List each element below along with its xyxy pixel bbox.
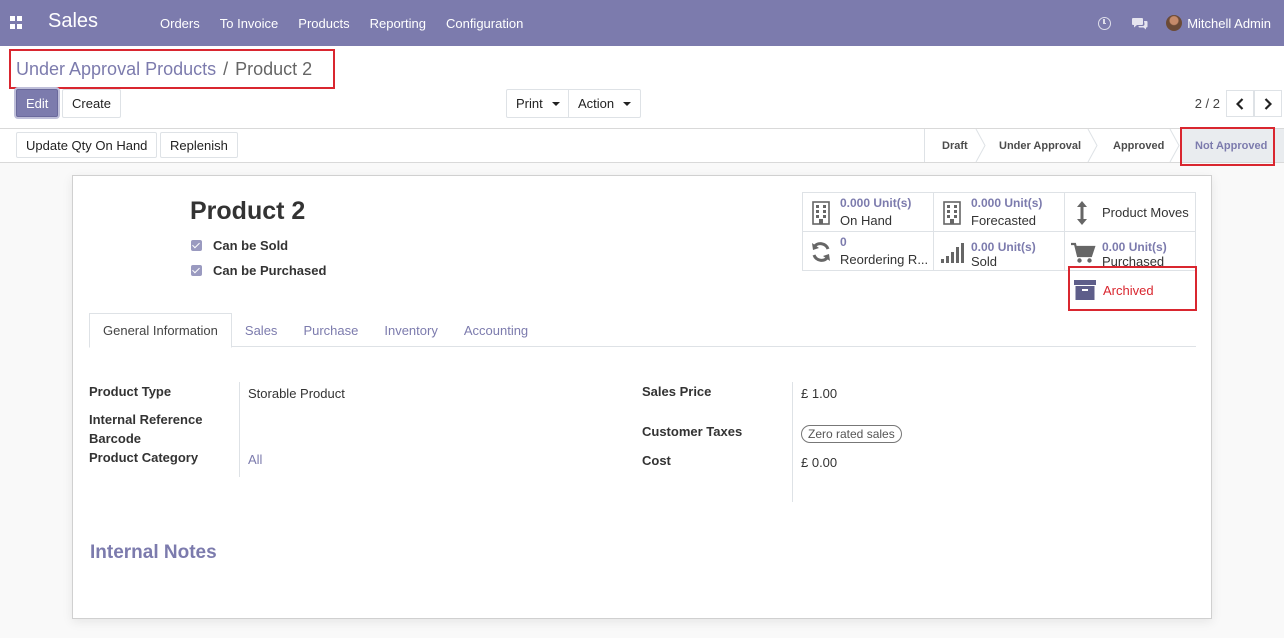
user-avatar[interactable] — [1166, 15, 1183, 31]
chevron-left-icon — [1236, 97, 1244, 110]
action-dropdown[interactable]: Action — [568, 89, 642, 118]
right-group-divider — [792, 382, 793, 502]
customer-tax-tag[interactable]: Zero rated sales — [801, 425, 902, 443]
on-hand-label: On Hand — [840, 213, 893, 228]
product-category-label: Product Category — [89, 450, 199, 465]
sold-unit: Unit(s) — [997, 240, 1036, 254]
product-type-label: Product Type — [89, 384, 172, 399]
form-sheet: Product 2 Can be Sold Can be Purchased 0… — [72, 175, 1212, 619]
reordering-value: 0 — [840, 235, 847, 249]
cost-field[interactable]: £ 0.00 — [801, 455, 837, 470]
purchased-value: 0.00 Unit(s) — [1102, 240, 1167, 254]
cost-label: Cost — [642, 453, 671, 468]
main-menu: Orders To Invoice Products Reporting Con… — [150, 0, 533, 46]
purchased-button[interactable]: 0.00 Unit(s) Purchased — [1064, 231, 1196, 271]
product-moves-button[interactable]: Product Moves — [1064, 192, 1196, 232]
create-button[interactable]: Create — [62, 89, 122, 118]
activity-clock-icon[interactable] — [1098, 16, 1112, 30]
app-name[interactable]: Sales — [48, 10, 98, 33]
pager-next-button[interactable] — [1254, 90, 1282, 117]
print-dropdown[interactable]: Print — [506, 89, 570, 118]
form-statusbar: Update Qty On Hand Replenish Draft Under… — [0, 127, 1284, 166]
edit-button[interactable]: Edit — [16, 89, 59, 117]
building-icon — [812, 201, 830, 225]
on-hand-value: 0.000 Unit(s) — [840, 196, 911, 210]
menu-reporting[interactable]: Reporting — [360, 16, 436, 31]
on-hand-unit: Unit(s) — [873, 196, 912, 210]
stage-under-approval[interactable]: Under Approval — [999, 129, 1081, 162]
chevron-right-icon — [1264, 97, 1272, 110]
action-label: Action — [578, 96, 615, 111]
left-group-divider — [239, 382, 240, 477]
product-moves-label: Product Moves — [1102, 205, 1189, 220]
customer-taxes-label: Customer Taxes — [642, 424, 743, 439]
sold-button[interactable]: 0.00 Unit(s) Sold — [933, 231, 1065, 271]
sold-value: 0.00 Unit(s) — [971, 240, 1036, 254]
sales-price-field[interactable]: £ 1.00 — [801, 386, 837, 401]
stage-draft[interactable]: Draft — [942, 129, 968, 162]
menu-configuration[interactable]: Configuration — [436, 16, 533, 31]
navbar-systray: Mitchell Admin — [1098, 0, 1284, 46]
purchased-unit: Unit(s) — [1128, 240, 1167, 254]
tab-general-information[interactable]: General Information — [89, 313, 232, 348]
sold-qty: 0.00 — [971, 240, 995, 254]
forecasted-qty: 0.000 — [971, 196, 1002, 210]
can-be-purchased-checkbox[interactable] — [191, 265, 202, 276]
refresh-icon — [812, 242, 830, 262]
purchased-qty: 0.00 — [1102, 240, 1126, 254]
top-navbar: Sales Orders To Invoice Products Reporti… — [0, 0, 1284, 46]
stage-highlight-box — [1180, 127, 1275, 166]
notebook-tabs: General Information Sales Purchase Inven… — [89, 313, 1196, 348]
sold-label: Sold — [971, 254, 998, 269]
reordering-rules-button[interactable]: 0 Reordering R... — [802, 231, 934, 271]
product-category-field[interactable]: All — [248, 452, 262, 467]
print-caret-icon — [551, 101, 560, 106]
breadcrumb-highlight-box — [9, 49, 335, 89]
product-name: Product 2 — [190, 197, 306, 225]
menu-products[interactable]: Products — [288, 16, 359, 31]
tab-inventory[interactable]: Inventory — [371, 313, 450, 347]
tab-purchase[interactable]: Purchase — [290, 313, 371, 347]
update-qty-on-hand-button[interactable]: Update Qty On Hand — [16, 132, 158, 158]
forecasted-button[interactable]: 0.000 Unit(s) Forecasted — [933, 192, 1065, 232]
pager-value[interactable]: 2 / 2 — [1195, 96, 1220, 111]
building-icon — [943, 201, 961, 225]
tab-accounting[interactable]: Accounting — [451, 313, 541, 347]
sales-price-label: Sales Price — [642, 384, 712, 399]
menu-to-invoice[interactable]: To Invoice — [210, 16, 289, 31]
forecasted-value: 0.000 Unit(s) — [971, 196, 1042, 210]
stage-approved[interactable]: Approved — [1113, 129, 1164, 162]
tab-sales[interactable]: Sales — [232, 313, 291, 347]
can-be-purchased-label: Can be Purchased — [213, 263, 327, 278]
barcode-label: Barcode — [89, 431, 142, 446]
user-menu-name[interactable]: Mitchell Admin — [1187, 16, 1271, 31]
forecasted-unit: Unit(s) — [1004, 196, 1043, 210]
product-type-field[interactable]: Storable Product — [248, 386, 345, 401]
apps-menu-icon[interactable] — [10, 16, 23, 29]
archived-highlight-box — [1068, 266, 1197, 311]
menu-orders[interactable]: Orders — [150, 16, 210, 31]
forecasted-label: Forecasted — [971, 213, 1037, 228]
replenish-button[interactable]: Replenish — [160, 132, 238, 158]
can-be-sold-label: Can be Sold — [213, 238, 289, 253]
action-caret-icon — [623, 101, 632, 106]
control-panel: Under Approval Products / Product 2 Edit… — [0, 46, 1284, 129]
discuss-chat-icon[interactable] — [1132, 17, 1148, 30]
signal-bars-icon — [941, 243, 964, 263]
shopping-cart-icon — [1071, 242, 1096, 263]
can-be-sold-checkbox[interactable] — [191, 240, 202, 251]
reordering-label: Reordering R... — [840, 252, 929, 267]
up-down-arrows-icon — [1077, 201, 1087, 225]
internal-reference-label: Internal Reference — [89, 412, 203, 427]
on-hand-button[interactable]: 0.000 Unit(s) On Hand — [802, 192, 934, 232]
on-hand-qty: 0.000 — [840, 196, 871, 210]
internal-notes-heading: Internal Notes — [90, 542, 217, 563]
pager-previous-button[interactable] — [1226, 90, 1254, 117]
print-label: Print — [516, 96, 543, 111]
